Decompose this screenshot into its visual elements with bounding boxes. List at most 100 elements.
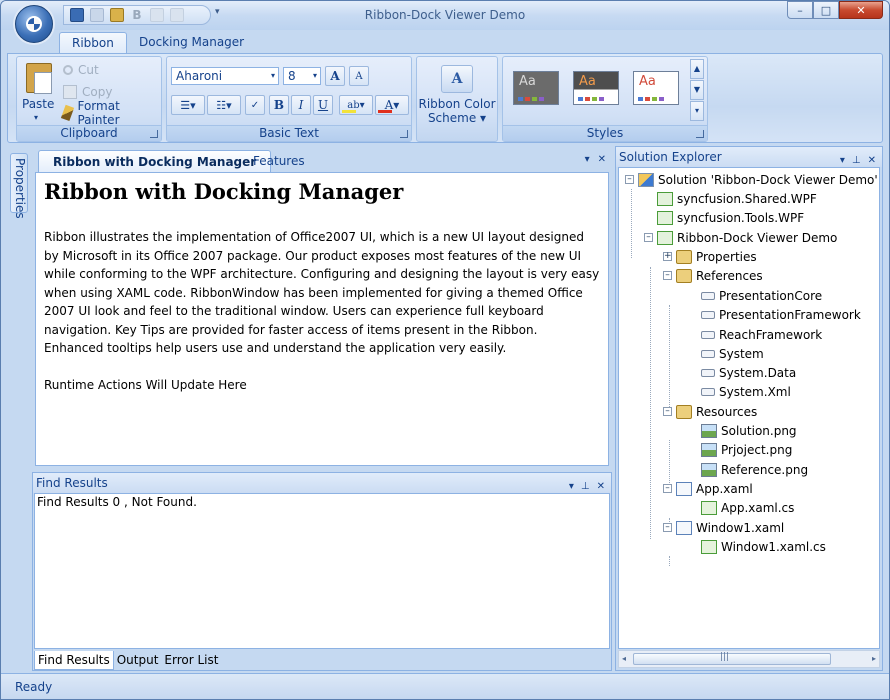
scroll-left-icon[interactable]: ◂ bbox=[622, 654, 626, 663]
tree-item-label: Window1.xaml bbox=[696, 520, 785, 535]
xaml-file-icon bbox=[676, 481, 692, 496]
solution-horizontal-scrollbar[interactable]: ◂ ||| ▸ bbox=[618, 650, 880, 668]
style-silver-thumbnail[interactable]: Aa bbox=[573, 71, 619, 105]
tree-item-tools-wpf[interactable]: syncfusion.Tools.WPF bbox=[657, 208, 804, 227]
document-close-button[interactable]: ✕ bbox=[598, 154, 606, 165]
reference-icon bbox=[701, 368, 715, 377]
collapse-toggle[interactable]: – bbox=[644, 233, 653, 242]
italic-button[interactable]: I bbox=[291, 95, 311, 115]
bold-button[interactable]: B bbox=[269, 95, 289, 115]
paste-button[interactable]: Paste bbox=[22, 97, 54, 111]
title-bar: B ▾ Ribbon-Dock Viewer Demo – □ ✕ bbox=[1, 1, 889, 43]
tree-item-window1-xaml-cs[interactable]: Window1.xaml.cs bbox=[701, 537, 826, 556]
paste-icon[interactable] bbox=[26, 63, 52, 94]
tree-item-resources[interactable]: – Resources bbox=[663, 402, 757, 421]
scroll-right-icon[interactable]: ▸ bbox=[872, 654, 876, 663]
tree-item-references[interactable]: – References bbox=[663, 266, 763, 285]
tree-item-system-xml[interactable]: System.Xml bbox=[701, 382, 791, 401]
styles-dialog-launcher[interactable] bbox=[696, 130, 704, 138]
tree-item-demo-project[interactable]: – Ribbon-Dock Viewer Demo bbox=[644, 228, 837, 247]
tree-item-presentationcore[interactable]: PresentationCore bbox=[701, 286, 822, 305]
styles-scroll-down-button[interactable]: ▼ bbox=[690, 80, 704, 100]
tree-item-reachframework[interactable]: ReachFramework bbox=[701, 325, 822, 344]
tab-find-results[interactable]: Find Results bbox=[34, 651, 114, 670]
project-icon bbox=[657, 230, 673, 245]
spellcheck-button[interactable]: ✓ bbox=[245, 95, 265, 115]
styles-group-label: Styles bbox=[503, 125, 707, 141]
tree-item-app-xaml[interactable]: – App.xaml bbox=[663, 479, 753, 498]
minimize-button[interactable]: – bbox=[787, 1, 813, 19]
close-button[interactable]: ✕ bbox=[839, 1, 883, 19]
style-white-thumbnail[interactable]: Aa bbox=[633, 71, 679, 105]
tab-error-list[interactable]: Error List bbox=[161, 651, 221, 670]
properties-folder-icon bbox=[676, 249, 692, 264]
tree-item-system[interactable]: System bbox=[701, 344, 764, 363]
style-black-sample: Aa bbox=[519, 74, 536, 89]
tree-item-system-data[interactable]: System.Data bbox=[701, 363, 796, 382]
font-size-combo[interactable]: 8 ▾ bbox=[283, 67, 321, 85]
ribbon-color-scheme-button[interactable]: Ribbon Color Scheme ▾ bbox=[417, 97, 497, 125]
tab-ribbon-with-docking-manager[interactable]: Ribbon with Docking Manager bbox=[38, 150, 272, 172]
tab-features[interactable]: Features bbox=[239, 150, 319, 172]
tree-item-shared-wpf[interactable]: syncfusion.Shared.WPF bbox=[657, 189, 817, 208]
document-menu-button[interactable]: ▾ bbox=[585, 154, 590, 165]
styles-scroll-up-button[interactable]: ▲ bbox=[690, 59, 704, 79]
font-color-swatch bbox=[378, 110, 392, 113]
properties-side-tab-label: Properties bbox=[13, 158, 27, 219]
style-black-thumbnail[interactable]: Aa bbox=[513, 71, 559, 105]
font-color-button[interactable]: A▾ bbox=[375, 95, 409, 115]
shrink-font-button[interactable]: A bbox=[349, 66, 369, 86]
tree-item-label: ReachFramework bbox=[719, 327, 823, 342]
styles-more-button[interactable]: ▾ bbox=[690, 101, 704, 121]
application-menu-button[interactable] bbox=[15, 5, 53, 43]
document-content[interactable]: Ribbon with Docking Manager Ribbon illus… bbox=[35, 172, 609, 466]
tree-item-window1-xaml[interactable]: – Window1.xaml bbox=[663, 518, 784, 537]
numbering-button[interactable]: ☷▾ bbox=[207, 95, 241, 115]
highlight-button[interactable]: ab▾ bbox=[339, 95, 373, 115]
tab-output[interactable]: Output bbox=[114, 651, 162, 670]
collapse-toggle[interactable]: – bbox=[663, 484, 672, 493]
maximize-button[interactable]: □ bbox=[813, 1, 839, 19]
tree-item-reference-png[interactable]: Reference.png bbox=[701, 460, 808, 479]
style-black-swatches bbox=[518, 97, 544, 101]
tree-item-solution-png[interactable]: Solution.png bbox=[701, 421, 797, 440]
font-family-combo[interactable]: Aharoni ▾ bbox=[171, 67, 279, 85]
scroll-thumb[interactable]: ||| bbox=[633, 652, 831, 665]
basic-text-dialog-launcher[interactable] bbox=[400, 130, 408, 138]
styles-gallery-scroller: ▲ ▼ ▾ bbox=[690, 59, 704, 122]
tab-ribbon[interactable]: Ribbon bbox=[59, 32, 127, 54]
font-size-value: 8 bbox=[288, 69, 296, 83]
underline-button[interactable]: U bbox=[313, 95, 333, 115]
tree-item-app-xaml-cs[interactable]: App.xaml.cs bbox=[701, 498, 794, 517]
paste-dropdown-arrow[interactable]: ▾ bbox=[34, 113, 38, 122]
collapse-toggle[interactable]: – bbox=[625, 175, 634, 184]
font-family-value: Aharoni bbox=[176, 69, 223, 83]
grow-font-button[interactable]: A bbox=[325, 66, 345, 86]
collapse-toggle[interactable]: – bbox=[663, 407, 672, 416]
bullets-button[interactable]: ☰▾ bbox=[171, 95, 205, 115]
tree-item-prjoject-png[interactable]: Prjoject.png bbox=[701, 440, 792, 459]
color-scheme-icon[interactable]: A bbox=[441, 65, 473, 93]
collapse-toggle[interactable]: – bbox=[663, 271, 672, 280]
format-painter-button[interactable]: Format Painter bbox=[60, 99, 161, 127]
tree-item-solution[interactable]: – Solution 'Ribbon-Dock Viewer Demo' (3 … bbox=[625, 170, 879, 189]
basic-text-group-label: Basic Text bbox=[167, 125, 411, 141]
cs-file-icon bbox=[701, 539, 717, 554]
find-results-content[interactable]: Find Results 0 , Not Found. bbox=[34, 493, 610, 649]
clipboard-dialog-launcher[interactable] bbox=[150, 130, 158, 138]
color-scheme-label-line2: Scheme ▾ bbox=[427, 111, 487, 125]
tree-item-properties[interactable]: + Properties bbox=[663, 247, 757, 266]
style-silver-sample: Aa bbox=[579, 74, 596, 89]
tab-docking-manager[interactable]: Docking Manager bbox=[127, 32, 256, 54]
tree-item-label: Resources bbox=[696, 404, 758, 419]
color-scheme-label-line1: Ribbon Color bbox=[418, 97, 496, 111]
cut-button[interactable]: Cut bbox=[63, 61, 99, 79]
expand-toggle[interactable]: + bbox=[663, 252, 672, 261]
tree-item-presentationframework[interactable]: PresentationFramework bbox=[701, 305, 861, 324]
properties-side-tab[interactable]: Properties bbox=[10, 153, 28, 219]
basic-text-group: Aharoni ▾ 8 ▾ A A ☰▾ ☷▾ ✓ B I U ab▾ A▾ B… bbox=[166, 56, 412, 142]
tree-item-label: Properties bbox=[696, 249, 757, 264]
solution-explorer-header: Solution Explorer ▾ ⊥ ✕ bbox=[616, 147, 882, 167]
solution-explorer-pane: Solution Explorer ▾ ⊥ ✕ – Solution 'Ribb… bbox=[615, 146, 883, 671]
collapse-toggle[interactable]: – bbox=[663, 523, 672, 532]
